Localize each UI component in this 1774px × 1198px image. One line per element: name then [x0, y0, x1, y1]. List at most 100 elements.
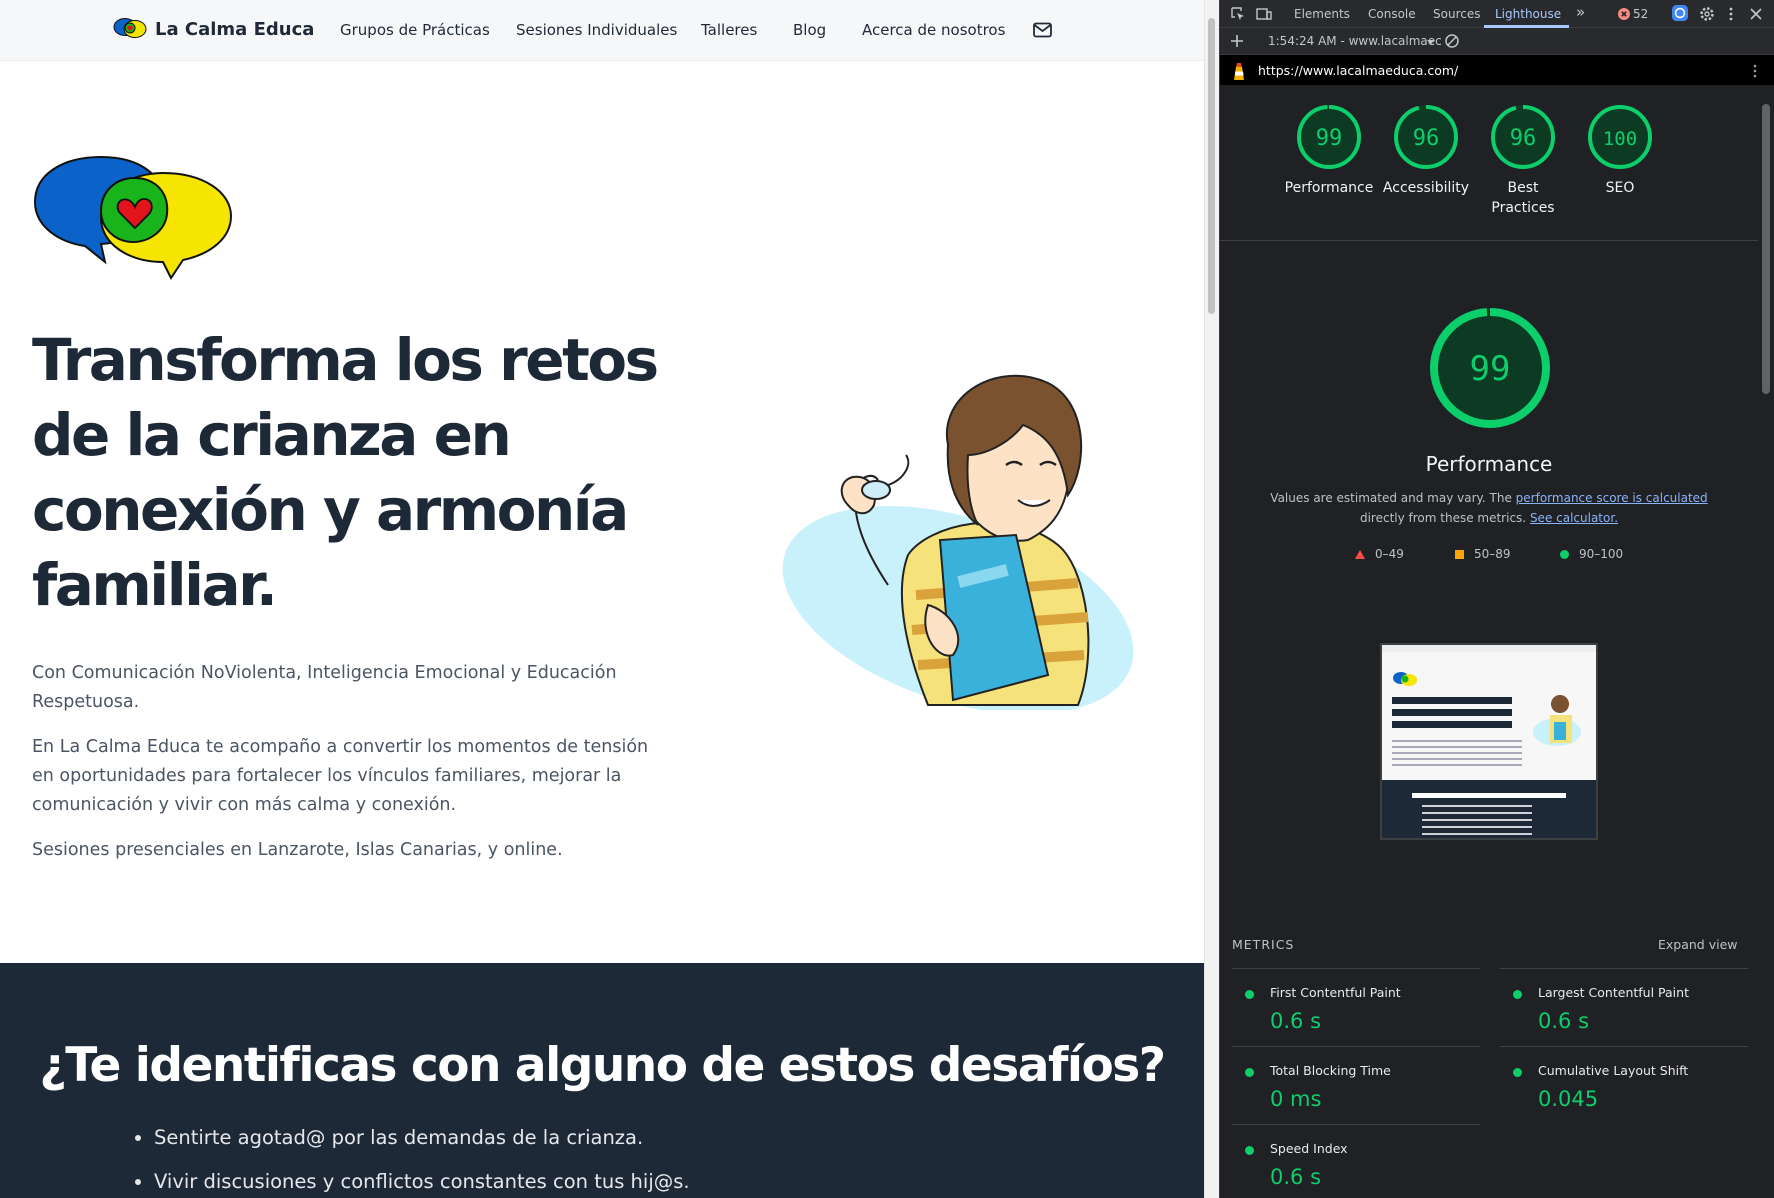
thumb-dark-title: [1412, 793, 1566, 798]
score-value: 99: [1316, 126, 1343, 151]
hero-description: En La Calma Educa te acompaño a converti…: [32, 737, 649, 815]
legend-label: 0–49: [1375, 547, 1404, 561]
nav-acerca-de-nosotros[interactable]: Acerca de nosotros: [862, 21, 1005, 39]
metric-total-blocking-time: Total Blocking Time 0 ms: [1232, 1046, 1480, 1124]
metric-value: 0.6 s: [1270, 1165, 1322, 1189]
score-gauge-accessibility[interactable]: 96 Accessibility: [1377, 104, 1475, 198]
more-tabs-icon[interactable]: »: [1576, 3, 1585, 21]
note-text: Values are estimated and may vary. The: [1270, 491, 1516, 505]
pass-dot-icon: [1513, 1068, 1522, 1077]
metric-value: 0.6 s: [1270, 1009, 1322, 1033]
legend-fail: 0–49: [1355, 547, 1404, 561]
performance-note: Values are estimated and may vary. The p…: [1264, 488, 1714, 528]
score-gauge-performance[interactable]: 99 Performance: [1280, 104, 1378, 198]
expand-view-toggle[interactable]: Expand view: [1658, 937, 1738, 952]
device-toolbar-icon[interactable]: [1256, 6, 1272, 22]
lighthouse-logo-icon: [1234, 63, 1244, 80]
tab-lighthouse[interactable]: Lighthouse: [1495, 7, 1561, 21]
page-scrollbar-thumb[interactable]: [1208, 18, 1215, 314]
woman-illustration: [782, 374, 1134, 710]
report-menu-icon[interactable]: [1747, 63, 1763, 79]
performance-score-link[interactable]: performance score is calculated: [1516, 491, 1708, 505]
pass-dot-icon: [1513, 990, 1522, 999]
legend-label: 50–89: [1474, 547, 1511, 561]
report-url[interactable]: https://www.lacalmaeduca.com/: [1258, 63, 1458, 78]
hero-subtitle: Con Comunicación NoViolenta, Inteligenci…: [32, 663, 617, 712]
score-gauge-best-practices[interactable]: 96 Best Practices: [1474, 104, 1572, 218]
metric-name: Cumulative Layout Shift: [1538, 1063, 1689, 1078]
score-label: SEO: [1605, 180, 1635, 196]
report-url-bar: https://www.lacalmaeduca.com/: [1220, 55, 1774, 85]
fail-triangle-icon: [1355, 549, 1365, 559]
metric-name: Largest Contentful Paint: [1538, 985, 1689, 1000]
report-selector[interactable]: 1:54:24 AM - www.lacalmaec: [1268, 34, 1442, 48]
score-ring: 100: [1588, 105, 1652, 169]
legend-average: 50–89: [1455, 547, 1511, 561]
brand-logo-icon: [113, 18, 147, 38]
score-value: 96: [1510, 126, 1537, 151]
score-label: Accessibility: [1382, 180, 1470, 196]
score-label: Performance: [1284, 180, 1374, 196]
devtools-tabbar: Elements Console Sources Lighthouse » 52: [1220, 0, 1774, 28]
score-value: 100: [1603, 128, 1637, 150]
tab-elements[interactable]: Elements: [1294, 7, 1350, 21]
close-devtools-icon[interactable]: [1748, 6, 1764, 22]
tab-console[interactable]: Console: [1368, 7, 1416, 21]
hero-location: Sesiones presenciales en Lanzarote, Isla…: [32, 840, 563, 860]
website-viewport: La Calma Educa Grupos de Prácticas Sesio…: [0, 0, 1204, 1198]
site-navbar: La Calma Educa Grupos de Prácticas Sesio…: [0, 0, 1204, 61]
brand-link[interactable]: La Calma Educa: [113, 16, 314, 42]
metric-largest-contentful-paint: Largest Contentful Paint 0.6 s: [1500, 968, 1748, 1046]
pass-circle-icon: [1560, 549, 1569, 559]
nav-talleres[interactable]: Talleres: [701, 21, 757, 39]
thumb-nav: [1382, 645, 1596, 652]
metric-value: 0.6 s: [1538, 1009, 1590, 1033]
thumb-logo-icon: [1393, 672, 1417, 686]
thumb-dark-list: [1422, 805, 1532, 835]
nav-grupos-practicas[interactable]: Grupos de Prácticas: [340, 21, 490, 39]
thumb-illustration: [1533, 695, 1581, 746]
metric-first-contentful-paint: First Contentful Paint 0.6 s: [1232, 968, 1480, 1046]
score-gauge-seo[interactable]: 100 SEO: [1571, 104, 1669, 198]
metric-name: First Contentful Paint: [1270, 985, 1401, 1000]
inspect-element-icon[interactable]: [1230, 6, 1246, 22]
tab-sources[interactable]: Sources: [1433, 7, 1480, 21]
brand-name: La Calma Educa: [155, 18, 315, 40]
error-counter[interactable]: 52: [1618, 7, 1648, 21]
see-calculator-link[interactable]: See calculator.: [1530, 511, 1618, 525]
clear-reports-icon[interactable]: [1444, 33, 1460, 49]
new-report-plus-icon[interactable]: [1229, 33, 1245, 49]
score-value: 96: [1413, 126, 1440, 151]
hero-logo-icon: [33, 155, 233, 280]
metric-value: 0 ms: [1270, 1087, 1322, 1111]
dropdown-arrow-icon[interactable]: [1423, 34, 1439, 50]
average-square-icon: [1455, 549, 1464, 559]
settings-gear-icon[interactable]: [1699, 6, 1715, 22]
error-count: 52: [1633, 7, 1649, 21]
more-options-icon[interactable]: [1723, 6, 1739, 22]
challenge-item: Vivir discusiones y conflictos constante…: [154, 1166, 690, 1198]
divider: [1220, 240, 1758, 241]
lighthouse-toolbar: 1:54:24 AM - www.lacalmaec: [1220, 28, 1774, 55]
extension-badge-icon[interactable]: [1672, 5, 1688, 21]
performance-title: Performance: [1425, 452, 1553, 476]
pass-dot-icon: [1245, 990, 1254, 999]
hero-title: Transforma los retos de la crianza en co…: [32, 326, 659, 619]
thumb-heading: [1392, 697, 1512, 733]
metric-cumulative-layout-shift: Cumulative Layout Shift 0.045: [1500, 1046, 1748, 1124]
legend-pass: 90–100: [1560, 547, 1623, 561]
metric-name: Speed Index: [1270, 1141, 1348, 1156]
challenges-title: ¿Te identificas con alguno de estos desa…: [39, 1038, 1166, 1093]
mail-icon[interactable]: [1033, 22, 1052, 38]
metric-value: 0.045: [1538, 1087, 1599, 1111]
score-label: Best Practices: [1491, 180, 1555, 216]
metric-speed-index: Speed Index 0.6 s: [1232, 1124, 1480, 1198]
page-screenshot-thumbnail[interactable]: [1380, 643, 1598, 840]
performance-big-gauge: 99: [1430, 308, 1550, 428]
nav-blog[interactable]: Blog: [793, 21, 826, 39]
thumb-text: [1392, 740, 1522, 768]
metric-name: Total Blocking Time: [1270, 1063, 1391, 1078]
devtools-scrollbar-thumb[interactable]: [1762, 104, 1770, 394]
note-text: directly from these metrics.: [1359, 511, 1530, 525]
nav-sesiones-individuales[interactable]: Sesiones Individuales: [516, 21, 677, 39]
